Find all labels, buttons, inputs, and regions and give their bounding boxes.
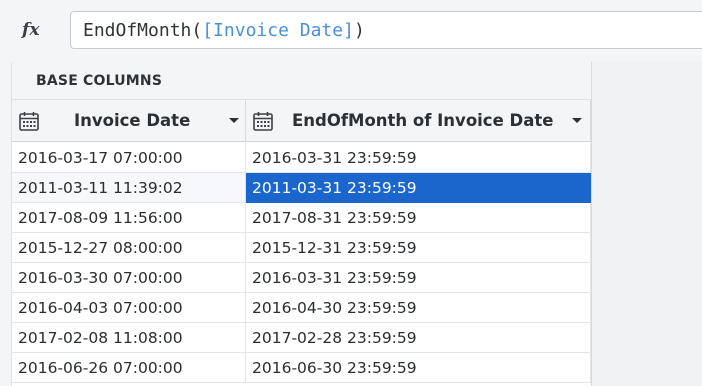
- left-gutter: [0, 62, 12, 386]
- cell-invoice-date[interactable]: 2017-02-08 11:08:00: [12, 323, 246, 353]
- cell-invoice-date[interactable]: 2016-06-26 07:00:00: [12, 353, 246, 383]
- cell-endofmonth[interactable]: 2016-03-31 23:59:59: [246, 143, 591, 173]
- group-header-label: BASE COLUMNS: [36, 72, 163, 89]
- column-header-label: EndOfMonth of Invoice Date: [292, 111, 554, 130]
- cell-endofmonth[interactable]: 2016-03-31 23:59:59: [246, 263, 591, 293]
- formula-bar: fx EndOfMonth([Invoice Date]): [0, 0, 702, 63]
- cell-invoice-date[interactable]: 2015-12-27 08:00:00: [12, 233, 246, 263]
- caret-down-icon[interactable]: [228, 117, 240, 125]
- fx-icon[interactable]: fx: [22, 20, 39, 40]
- cell-invoice-date[interactable]: 2016-03-17 07:00:00: [12, 143, 246, 173]
- formula-input[interactable]: EndOfMonth([Invoice Date]): [70, 11, 702, 49]
- cell-endofmonth[interactable]: 2017-08-31 23:59:59: [246, 203, 591, 233]
- cell-endofmonth[interactable]: 2011-03-31 23:59:59: [246, 173, 591, 203]
- formula-close-paren: ): [353, 19, 365, 41]
- cell-invoice-date[interactable]: 2016-04-03 07:00:00: [12, 293, 246, 323]
- cell-invoice-date[interactable]: 2011-03-11 11:39:02: [12, 173, 246, 203]
- calendar-icon: [253, 111, 273, 131]
- cell-invoice-date[interactable]: 2016-03-30 07:00:00: [12, 263, 246, 293]
- cell-endofmonth[interactable]: 2016-06-30 23:59:59: [246, 353, 591, 383]
- cell-endofmonth[interactable]: 2015-12-31 23:59:59: [246, 233, 591, 263]
- column-header-label: Invoice Date: [74, 111, 191, 130]
- formula-function: EndOfMonth(: [83, 19, 203, 41]
- column-header-invoice-date[interactable]: Invoice Date: [12, 100, 246, 142]
- empty-grid-area: [591, 62, 702, 386]
- cell-endofmonth[interactable]: 2017-02-28 23:59:59: [246, 323, 591, 353]
- caret-down-icon[interactable]: [571, 117, 583, 125]
- calendar-icon: [19, 111, 39, 131]
- column-header-endofmonth[interactable]: EndOfMonth of Invoice Date: [246, 100, 591, 142]
- cell-invoice-date[interactable]: 2017-08-09 11:56:00: [12, 203, 246, 233]
- base-columns-header: BASE COLUMNS: [12, 62, 591, 100]
- formula-column-ref: [Invoice Date]: [202, 19, 354, 41]
- cell-endofmonth[interactable]: 2016-04-30 23:59:59: [246, 293, 591, 323]
